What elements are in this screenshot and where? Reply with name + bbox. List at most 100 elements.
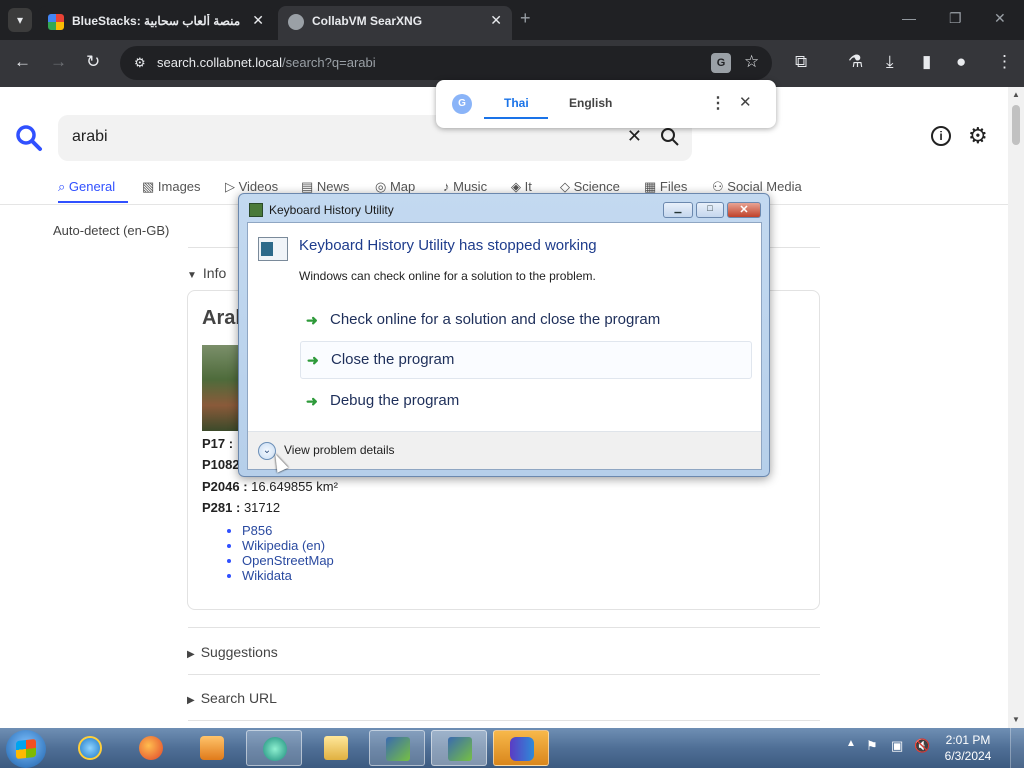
maximize-button[interactable]: □ xyxy=(696,202,724,218)
program-error-icon xyxy=(258,237,288,261)
address-bar[interactable]: ⚙ search.collabnet.local/search?q=arabi … xyxy=(120,46,772,80)
dialog-title: Keyboard History Utility xyxy=(269,203,394,217)
error-dialog: Keyboard History Utility ▁ □ ✕ Keyboard … xyxy=(238,193,770,477)
language-selector[interactable]: Auto-detect (en-GB) xyxy=(53,223,169,238)
reload-icon[interactable]: ↻ xyxy=(86,52,100,72)
debug-program-option[interactable]: ➜ Debug the program xyxy=(300,383,752,421)
close-tab-icon[interactable]: ✕ xyxy=(252,12,264,29)
start-button[interactable] xyxy=(6,730,46,768)
minimize-icon[interactable]: — xyxy=(902,10,916,26)
scroll-up-icon[interactable]: ▲ xyxy=(1012,90,1020,99)
dialog-subtext: Windows can check online for a solution … xyxy=(299,269,596,283)
system-clock[interactable]: 2:01 PM 6/3/2024 xyxy=(936,732,1000,764)
minimize-button[interactable]: ▁ xyxy=(663,202,693,218)
translate-tab-english[interactable]: English xyxy=(569,96,612,110)
page-scrollbar[interactable]: ▲ ▼ xyxy=(1008,87,1024,728)
taskbar-ie[interactable] xyxy=(62,730,118,766)
bookmark-star-icon[interactable]: ☆ xyxy=(744,52,759,72)
tab-search-button[interactable]: ▾ xyxy=(8,8,32,32)
close-window-icon[interactable]: ✕ xyxy=(994,10,1006,27)
scroll-down-icon[interactable]: ▼ xyxy=(1012,715,1020,724)
info-section-toggle[interactable]: ▼ Info xyxy=(187,265,226,281)
about-info-icon[interactable]: i xyxy=(931,126,951,146)
clock-date: 6/3/2024 xyxy=(944,749,992,763)
translate-icon[interactable]: G xyxy=(711,53,731,73)
taskbar-media-player[interactable] xyxy=(184,730,240,766)
media-player-icon xyxy=(200,736,224,760)
check-online-option[interactable]: ➜ Check online for a solution and close … xyxy=(300,302,752,340)
dialog-body: Keyboard History Utility has stopped wor… xyxy=(247,222,762,470)
divider xyxy=(188,674,820,675)
active-tab-indicator xyxy=(58,201,128,203)
divider xyxy=(188,720,820,721)
triangle-down-icon: ▼ xyxy=(187,270,197,281)
extensions-icon[interactable]: ⧉ xyxy=(795,52,807,72)
taskbar-keyboard-utility[interactable] xyxy=(369,730,425,766)
network-icon[interactable]: ▣ xyxy=(891,738,903,754)
new-tab-icon[interactable]: + xyxy=(520,8,531,29)
taskbar-chrome[interactable] xyxy=(246,730,302,766)
green-arrow-icon: ➜ xyxy=(306,393,318,409)
profile-icon[interactable]: ● xyxy=(956,52,966,72)
keyboard-utility-icon xyxy=(386,737,410,761)
tab-title: CollabVM SearXNG xyxy=(312,14,423,28)
tab-general[interactable]: ⌕ General xyxy=(58,179,115,195)
side-panel-icon[interactable]: ▮ xyxy=(922,52,931,72)
translate-tab-thai[interactable]: Thai xyxy=(504,96,529,110)
searxng-logo-icon[interactable] xyxy=(15,124,43,152)
suggestions-toggle[interactable]: ▶ Suggestions xyxy=(187,644,278,660)
error-report-icon xyxy=(448,737,472,761)
menu-icon[interactable]: ⋮ xyxy=(996,52,1013,72)
link-p856[interactable]: P856 xyxy=(242,523,334,538)
show-desktop-button[interactable] xyxy=(1010,728,1024,768)
infobox-image[interactable] xyxy=(202,345,238,431)
ie-icon xyxy=(78,736,102,760)
close-icon[interactable]: ✕ xyxy=(739,93,752,111)
link-wikidata[interactable]: Wikidata xyxy=(242,568,334,583)
search-icon[interactable] xyxy=(660,127,680,147)
tab-title: BlueStacks: ويندوز، منصة ألعاب سحابية xyxy=(72,14,242,28)
triangle-right-icon: ▶ xyxy=(187,695,195,706)
infobox-row: P1082 xyxy=(202,457,240,472)
tab-images[interactable]: ▧ Images xyxy=(142,179,201,195)
taskbar-bluestacks[interactable] xyxy=(493,730,549,766)
translate-popup: G Thai English ⋮ ✕ xyxy=(436,80,776,128)
more-options-icon[interactable]: ⋮ xyxy=(710,93,726,113)
taskbar-explorer[interactable] xyxy=(308,730,364,766)
windows-logo-icon xyxy=(16,738,36,760)
search-url-toggle[interactable]: ▶ Search URL xyxy=(187,690,277,706)
dialog-footer: ⌄ View problem details xyxy=(248,431,761,469)
clock-time: 2:01 PM xyxy=(945,733,991,747)
close-dialog-button[interactable]: ✕ xyxy=(727,202,761,218)
volume-muted-icon[interactable]: 🔇 xyxy=(914,738,930,754)
close-program-option[interactable]: ➜ Close the program xyxy=(300,341,752,379)
infobox-row: P2046 : 16.649855 km² xyxy=(202,479,338,494)
app-icon xyxy=(249,203,263,217)
view-details-toggle[interactable]: View problem details xyxy=(284,443,395,457)
taskbar-error-reporting[interactable] xyxy=(431,730,487,766)
restore-icon[interactable]: ❐ xyxy=(949,10,962,27)
clear-search-icon[interactable]: ✕ xyxy=(627,126,642,147)
bluestacks-favicon-icon xyxy=(48,14,64,30)
close-tab-icon[interactable]: ✕ xyxy=(490,12,502,29)
tray-expand-icon[interactable]: ▲ xyxy=(846,738,856,749)
download-icon[interactable]: ⤓ xyxy=(886,52,894,72)
forward-icon[interactable]: → xyxy=(50,52,67,72)
searxng-favicon-icon xyxy=(288,14,304,30)
tab-searxng[interactable]: CollabVM SearXNG ✕ xyxy=(278,6,512,40)
search-input[interactable]: arabi xyxy=(72,128,108,146)
chrome-icon xyxy=(263,737,287,761)
link-openstreetmap[interactable]: OpenStreetMap xyxy=(242,553,334,568)
url-text: search.collabnet.local/search?q=arabi xyxy=(157,55,376,70)
taskbar-firefox[interactable] xyxy=(123,730,179,766)
scrollbar-thumb[interactable] xyxy=(1012,105,1020,145)
firefox-icon xyxy=(139,736,163,760)
back-icon[interactable]: ← xyxy=(14,52,31,72)
site-info-icon[interactable]: ⚙ xyxy=(134,55,146,71)
action-center-flag-icon[interactable]: ⚑ xyxy=(866,738,878,754)
tab-music[interactable]: ♪ Music xyxy=(443,179,487,194)
tab-bluestacks[interactable]: BlueStacks: ويندوز، منصة ألعاب سحابية ✕ xyxy=(38,6,274,40)
labs-icon[interactable]: ⚗ xyxy=(848,52,863,72)
link-wikipedia[interactable]: Wikipedia (en) xyxy=(242,538,334,553)
preferences-gear-icon[interactable]: ⚙ xyxy=(968,123,988,149)
